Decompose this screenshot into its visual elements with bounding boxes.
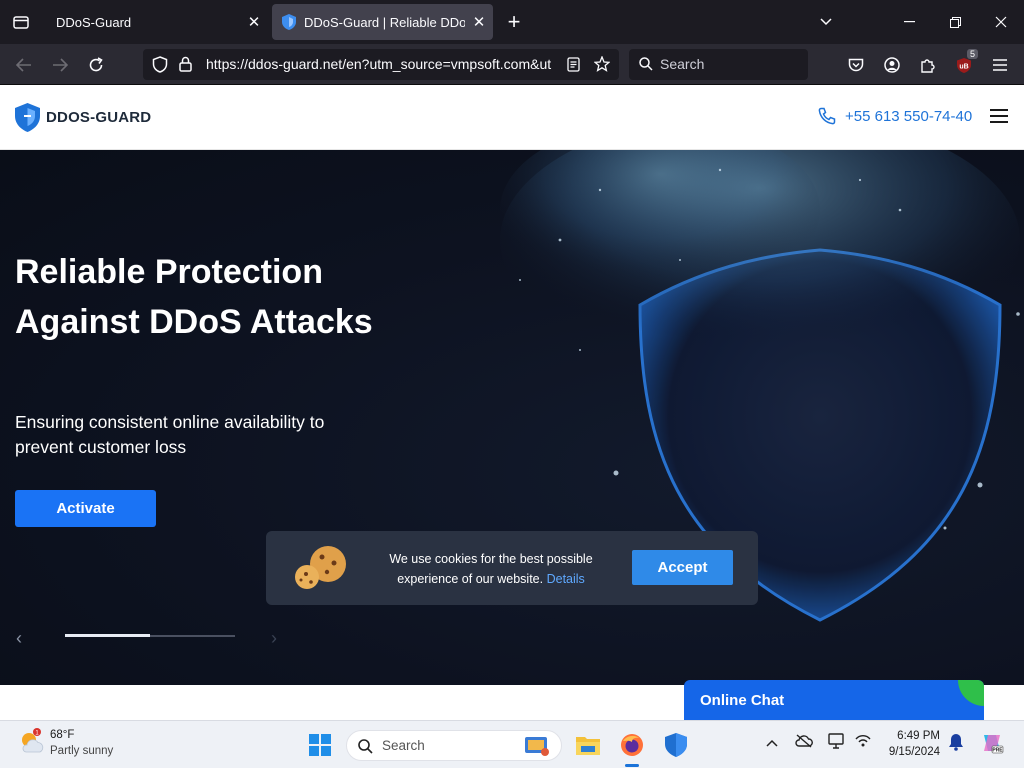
pocket-icon[interactable] xyxy=(842,51,870,79)
slider-next-chevron-icon[interactable]: › xyxy=(271,628,277,649)
cookie-details-link[interactable]: Details xyxy=(547,572,585,586)
site-menu-icon[interactable] xyxy=(990,109,1008,123)
phone-icon xyxy=(818,107,836,125)
cookie-message: We use cookies for the best possible exp… xyxy=(376,549,606,589)
hamburger-menu-icon[interactable] xyxy=(986,51,1014,79)
extensions-puzzle-icon[interactable] xyxy=(914,51,942,79)
reader-view-icon[interactable] xyxy=(567,57,580,72)
ublock-origin-icon[interactable]: uB 5 xyxy=(950,49,979,79)
url-bar[interactable]: https://ddos-guard.net/en?utm_source=vmp… xyxy=(143,49,619,80)
svg-text:uB: uB xyxy=(959,63,968,70)
search-icon xyxy=(358,739,373,754)
url-text: https://ddos-guard.net/en?utm_source=vmp… xyxy=(206,56,552,72)
show-hidden-icons-chevron-icon[interactable] xyxy=(766,735,778,750)
tab-close-icon[interactable]: ✕ xyxy=(240,13,268,31)
search-highlight-icon xyxy=(525,737,549,756)
weather-temperature: 68°F xyxy=(50,729,75,741)
hero-subtitle: Ensuring consistent online availability … xyxy=(15,412,325,457)
new-tab-plus-icon[interactable]: + xyxy=(500,8,528,36)
chat-status-indicator xyxy=(958,680,984,706)
close-window-icon[interactable] xyxy=(978,0,1024,44)
cookie-icon xyxy=(295,546,346,589)
tracking-shield-icon[interactable] xyxy=(152,56,168,73)
slider-prev-chevron-icon[interactable]: ‹ xyxy=(16,628,22,649)
hero-title: Reliable Protection Against DDoS Attacks xyxy=(15,253,373,341)
clock-date: 9/15/2024 xyxy=(888,746,940,758)
display-icon[interactable] xyxy=(828,733,846,752)
web-page: DDOS-GUARD +55 613 550-74-40 Reliable Pr… xyxy=(0,85,1024,720)
partly-sunny-icon: 1 xyxy=(22,728,44,753)
shield-logo-icon xyxy=(15,103,40,132)
phone-number: +55 613 550-74-40 xyxy=(845,107,973,125)
taskbar-search-input[interactable]: Search xyxy=(346,730,562,761)
cookie-banner: We use cookies for the best possible exp… xyxy=(266,531,758,605)
browser-search-input[interactable]: Search xyxy=(629,49,808,80)
browser-navigation-bar: https://ddos-guard.net/en?utm_source=vmp… xyxy=(0,44,1024,85)
logo-text: DDOS-GUARD xyxy=(46,109,152,126)
activate-button[interactable]: Activate xyxy=(15,490,156,527)
svg-text:PRE: PRE xyxy=(992,748,1003,754)
network-icon[interactable] xyxy=(854,733,872,752)
tab-ddos-guard-active[interactable]: DDoS-Guard | Reliable DDoS Pr ✕ xyxy=(272,4,493,40)
reload-icon[interactable] xyxy=(81,50,111,80)
ddos-guard-favicon-icon xyxy=(282,14,296,30)
weather-description: Partly sunny xyxy=(50,745,114,757)
weather-widget[interactable]: 1 68°F Partly sunny xyxy=(18,728,113,761)
forward-arrow-icon[interactable] xyxy=(45,50,75,80)
firefox-icon[interactable] xyxy=(616,729,648,767)
windows-taskbar: 1 68°F Partly sunny Search 6:49 PM 9/15/… xyxy=(0,720,1024,768)
tab-title: DDoS-Guard | Reliable DDoS Pr xyxy=(304,14,465,30)
tab-title: DDoS-Guard xyxy=(56,14,132,30)
minimize-icon[interactable] xyxy=(886,0,932,44)
restore-icon[interactable] xyxy=(932,0,978,44)
search-icon xyxy=(639,57,653,71)
tab-close-icon[interactable]: ✕ xyxy=(465,13,493,31)
search-placeholder: Search xyxy=(660,56,705,72)
list-all-tabs-icon[interactable] xyxy=(0,0,42,44)
extension-badge-count: 5 xyxy=(967,49,979,59)
site-logo[interactable]: DDOS-GUARD xyxy=(15,103,151,132)
site-header: DDOS-GUARD +55 613 550-74-40 xyxy=(0,85,1024,150)
back-arrow-icon[interactable] xyxy=(9,50,39,80)
cloud-sync-icon[interactable] xyxy=(795,734,813,751)
windows-security-icon[interactable] xyxy=(660,729,692,761)
taskbar-search-placeholder: Search xyxy=(382,738,425,753)
accept-cookies-button[interactable]: Accept xyxy=(632,550,733,585)
taskbar-clock[interactable]: 6:49 PM 9/15/2024 xyxy=(880,728,940,760)
windows-start-icon[interactable] xyxy=(304,729,336,761)
bookmark-star-icon[interactable] xyxy=(594,56,610,72)
phone-link[interactable]: +55 613 550-74-40 xyxy=(818,107,972,125)
lock-icon[interactable] xyxy=(179,56,192,72)
notifications-bell-icon[interactable] xyxy=(948,733,964,754)
file-explorer-icon[interactable] xyxy=(572,729,604,761)
clock-time: 6:49 PM xyxy=(897,730,940,742)
active-app-indicator xyxy=(625,764,639,767)
browser-tab-bar: DDoS-Guard ✕ DDoS-Guard | Reliable DDoS … xyxy=(0,0,1024,44)
online-chat-button[interactable]: Online Chat xyxy=(684,680,984,720)
account-icon[interactable] xyxy=(878,51,906,79)
online-chat-label: Online Chat xyxy=(700,692,785,709)
chevron-down-icon[interactable] xyxy=(803,0,849,44)
copilot-icon[interactable]: PRE xyxy=(980,731,1004,758)
tab-ddos-guard[interactable]: DDoS-Guard ✕ xyxy=(44,4,268,40)
slider-progress-fill xyxy=(65,634,150,637)
